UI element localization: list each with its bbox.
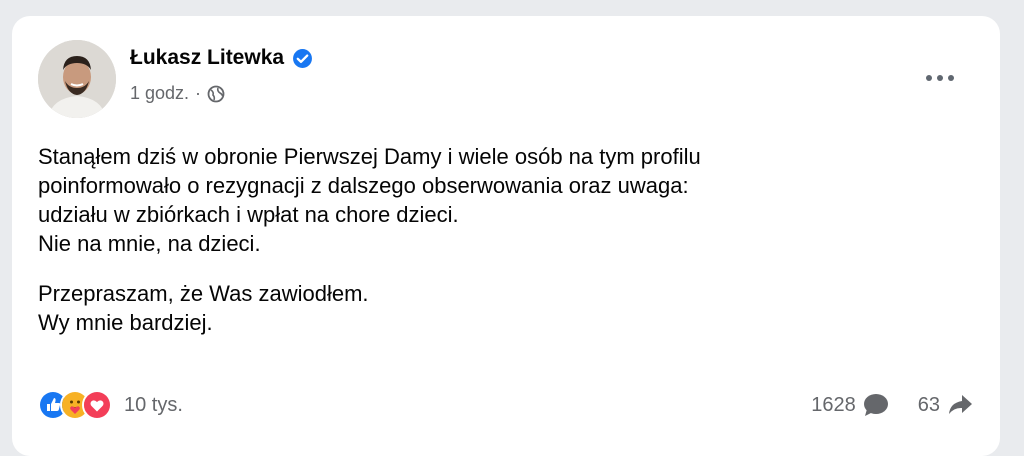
verified-badge-icon [292,48,313,69]
meta-separator: · [195,83,202,103]
post-timestamp[interactable]: 1 godz. [130,83,189,104]
shares-count[interactable]: 63 [918,394,940,417]
post-line: poinformowało o rezygnacji z dalszego ob… [38,173,689,198]
share-icon[interactable] [946,392,974,418]
post-line: Przepraszam, że Was zawiodłem. [38,281,369,306]
love-icon [82,390,112,420]
post-text: Stanąłem dziś w obronie Pierwszej Damy i… [38,142,958,337]
comments-count[interactable]: 1628 [811,394,856,417]
more-dot [937,75,943,81]
post-card: Łukasz Litewka 1 godz. · Stanąłem dziś w… [12,16,1000,456]
globe-icon[interactable] [207,85,225,103]
author-row: Łukasz Litewka [130,46,313,70]
more-options-icon[interactable] [920,66,960,90]
more-dot [948,75,954,81]
author-name[interactable]: Łukasz Litewka [130,46,284,70]
post-line: Nie na mnie, na dzieci. [38,231,261,256]
reactions-count: 10 tys. [124,393,183,416]
post-line: udziału w zbiórkach i wpłat na chore dzi… [38,202,459,227]
reactions-summary[interactable]: 10 tys. [38,390,183,420]
comment-icon[interactable] [862,392,890,418]
post-line: Wy mnie bardziej. [38,310,213,335]
post-line: Stanąłem dziś w obronie Pierwszej Damy i… [38,144,701,169]
more-dot [926,75,932,81]
post-meta: 1 godz. · [130,83,225,104]
avatar[interactable] [38,40,116,118]
avatar-image [38,40,116,118]
engagement-stats: 1628 63 [811,392,974,418]
